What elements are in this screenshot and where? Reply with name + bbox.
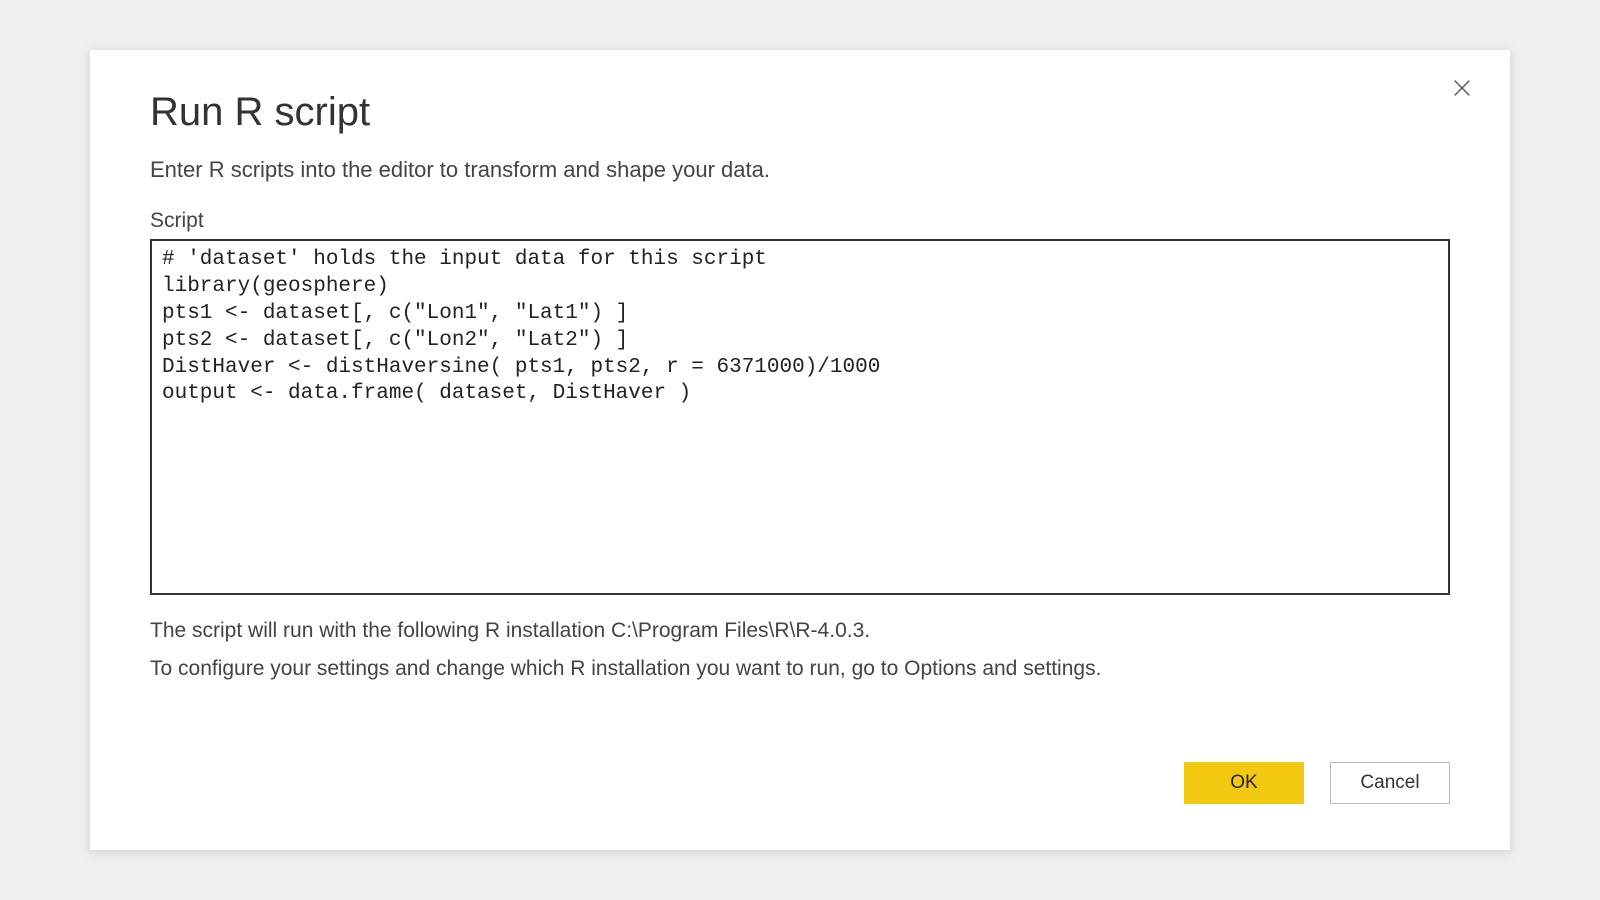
dialog-subtitle: Enter R scripts into the editor to trans… [150, 157, 1450, 183]
r-settings-hint-text: To configure your settings and change wh… [150, 652, 1450, 686]
r-install-path-text: The script will run with the following R… [150, 614, 1450, 648]
dialog-button-row: OK Cancel [1184, 762, 1450, 804]
ok-button[interactable]: OK [1184, 762, 1304, 804]
dialog-title: Run R script [150, 90, 1450, 135]
script-editor[interactable] [150, 239, 1450, 595]
script-label: Script [150, 209, 1450, 233]
close-button[interactable] [1442, 68, 1482, 108]
close-icon [1451, 77, 1473, 99]
run-r-script-dialog: Run R script Enter R scripts into the ed… [90, 50, 1510, 850]
cancel-button[interactable]: Cancel [1330, 762, 1450, 804]
